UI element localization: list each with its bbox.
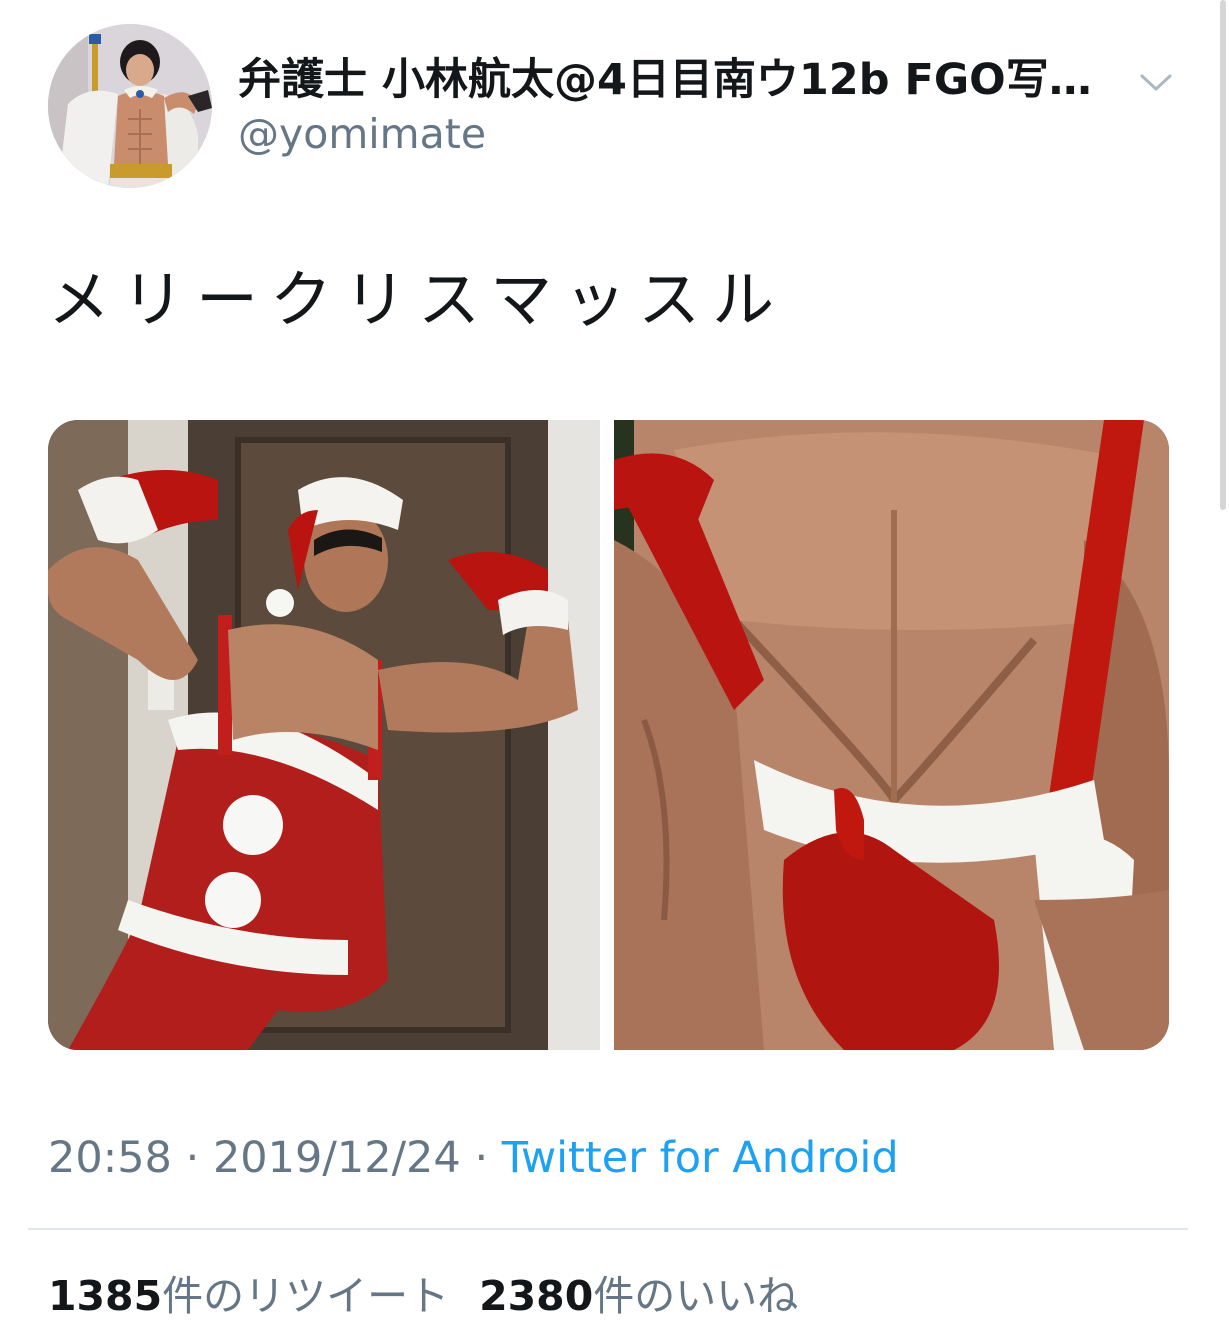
display-name[interactable]: 弁護士 小林航太@4日目南ウ12b FGO写… [238,54,1118,106]
tweet-stats: 1385件のリツイート 2380件のいいね [48,1268,828,1324]
likes-label: 件のいいね [593,1272,799,1320]
scrollbar[interactable] [1220,0,1226,510]
tweet-source-link[interactable]: Twitter for Android [502,1133,899,1183]
tweet-photo-2[interactable] [614,420,1169,1050]
user-handle[interactable]: @yomimate [238,108,486,160]
avatar[interactable] [48,24,212,188]
likes-stat[interactable]: 2380件のいいね [479,1268,798,1324]
retweets-count: 1385 [48,1272,163,1320]
retweets-stat[interactable]: 1385件のリツイート [48,1268,449,1324]
tweet-meta: 20:58 · 2019/12/24 · Twitter for Android [48,1130,899,1186]
tweet-media [48,420,1169,1050]
tweet-photo-1[interactable] [48,420,600,1050]
tweet-header: 弁護士 小林航太@4日目南ウ12b FGO写… @yomimate [48,24,1198,190]
tweet-text: メリークリスマッスル [48,263,787,336]
chevron-down-icon[interactable] [1136,66,1176,96]
divider [28,1228,1188,1230]
meta-separator: · [171,1133,213,1183]
avatar-image [48,24,212,188]
retweets-label: 件のリツイート [162,1272,450,1320]
tweet-date: 2019/12/24 [212,1133,461,1183]
meta-separator: · [460,1133,502,1183]
tweet-time: 20:58 [48,1133,172,1183]
likes-count: 2380 [479,1272,594,1320]
